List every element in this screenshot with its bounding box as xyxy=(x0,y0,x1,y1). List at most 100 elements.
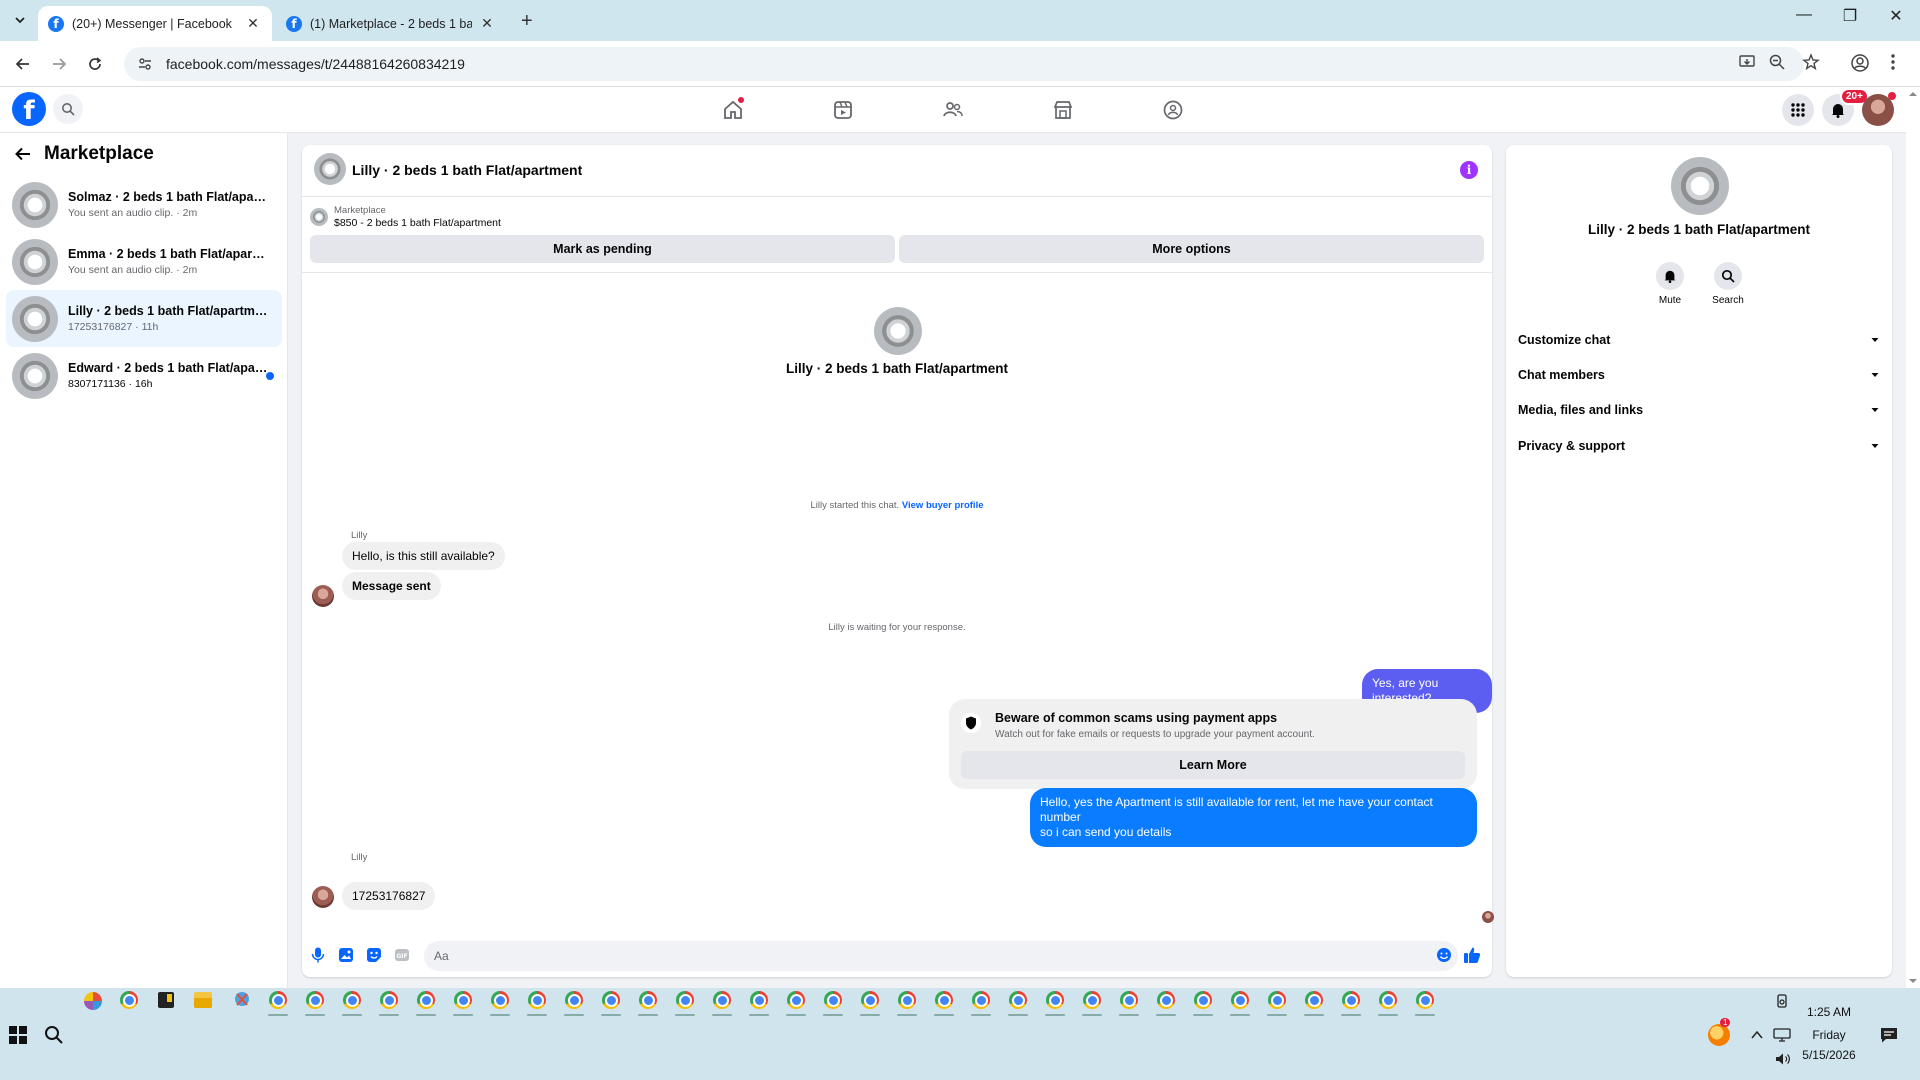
close-icon[interactable]: ✕ xyxy=(478,15,496,32)
chrome-window-icon[interactable] xyxy=(1268,991,1286,1009)
chrome-window-icon[interactable] xyxy=(602,991,620,1009)
learn-more-button[interactable]: Learn More xyxy=(961,751,1465,779)
voice-clip-button[interactable] xyxy=(308,945,328,965)
taskbar-date[interactable]: 5/15/2026 xyxy=(1797,1048,1861,1062)
search-in-chat-button[interactable]: Search xyxy=(1698,262,1758,306)
chrome-window-icon[interactable] xyxy=(824,991,842,1009)
chrome-window-icon[interactable] xyxy=(750,991,768,1009)
reload-button[interactable] xyxy=(84,53,106,75)
chrome-window-icon[interactable] xyxy=(1342,991,1360,1009)
bookmark-star-icon[interactable] xyxy=(1802,53,1820,71)
scroll-up-arrow-icon[interactable] xyxy=(1906,89,1920,99)
windows-start-icon[interactable] xyxy=(8,1025,30,1047)
profile-icon[interactable] xyxy=(1850,53,1870,73)
conversation-item-solmaz[interactable]: Solmaz · 2 beds 1 bath Flat/apartm... Yo… xyxy=(6,176,282,233)
file-explorer-icon[interactable] xyxy=(194,992,212,1008)
message-input[interactable]: Aa xyxy=(424,941,1458,971)
restore-button[interactable]: ❐ xyxy=(1827,6,1873,26)
chrome-window-icon[interactable] xyxy=(491,991,509,1009)
network-icon[interactable] xyxy=(1773,1027,1791,1043)
chrome-window-icon[interactable] xyxy=(1083,991,1101,1009)
more-options-button[interactable]: More options xyxy=(899,235,1484,263)
chrome-window-icon[interactable] xyxy=(1379,991,1397,1009)
gif-button[interactable]: GIF xyxy=(392,945,412,965)
taskbar-time[interactable]: 1:25 AM xyxy=(1797,1005,1861,1019)
info-avatar[interactable] xyxy=(1671,157,1729,215)
nav-video[interactable] xyxy=(830,97,856,123)
profile-avatar[interactable] xyxy=(874,307,922,355)
sender-avatar[interactable] xyxy=(312,886,334,908)
listing-summary[interactable]: Marketplace $850 - 2 beds 1 bath Flat/ap… xyxy=(310,205,501,229)
mute-button[interactable]: Mute xyxy=(1640,262,1700,306)
incoming-message[interactable]: Hello, is this still available? xyxy=(342,542,505,570)
chrome-window-icon[interactable] xyxy=(1231,991,1249,1009)
incoming-message[interactable]: Message sent xyxy=(342,572,441,600)
window-close-button[interactable]: ✕ xyxy=(1873,6,1919,26)
menu-button[interactable] xyxy=(1782,94,1814,126)
chrome-window-icon[interactable] xyxy=(787,991,805,1009)
site-settings-icon[interactable] xyxy=(138,57,152,71)
chrome-window-icon[interactable] xyxy=(306,991,324,1009)
copilot-icon[interactable] xyxy=(84,992,102,1010)
chat-title[interactable]: Lilly · 2 beds 1 bath Flat/apartment xyxy=(352,162,582,178)
chrome-window-icon[interactable] xyxy=(676,991,694,1009)
zoom-icon[interactable] xyxy=(1768,53,1786,71)
device-icon[interactable] xyxy=(1775,994,1789,1008)
browser-menu-icon[interactable] xyxy=(1890,53,1896,71)
emoji-button[interactable] xyxy=(1434,945,1454,965)
sticker-button[interactable] xyxy=(364,945,384,965)
chrome-window-icon[interactable] xyxy=(417,991,435,1009)
info-icon[interactable]: i xyxy=(1460,161,1478,179)
conversation-item-lilly[interactable]: Lilly · 2 beds 1 bath Flat/apartment 172… xyxy=(6,290,282,347)
view-buyer-profile-link[interactable]: View buyer profile xyxy=(902,500,984,511)
weather-icon[interactable]: 1 xyxy=(1708,1018,1731,1046)
tab-marketplace[interactable]: f (1) Marketplace - 2 beds 1 bath ✕ xyxy=(276,6,506,41)
new-tab-button[interactable]: + xyxy=(521,10,533,33)
account-avatar[interactable] xyxy=(1862,92,1896,126)
chrome-window-icon[interactable] xyxy=(935,991,953,1009)
back-arrow-icon[interactable] xyxy=(14,145,32,163)
chrome-window-icon[interactable] xyxy=(1046,991,1064,1009)
volume-icon[interactable] xyxy=(1775,1052,1791,1066)
chat-avatar[interactable] xyxy=(314,153,346,185)
chrome-window-icon[interactable] xyxy=(269,991,287,1009)
chrome-window-icon[interactable] xyxy=(1009,991,1027,1009)
nav-groups[interactable] xyxy=(1160,97,1186,123)
chrome-window-icon[interactable] xyxy=(639,991,657,1009)
forward-button[interactable] xyxy=(48,53,70,75)
minimize-button[interactable]: — xyxy=(1781,6,1827,24)
tab-messenger[interactable]: f (20+) Messenger | Facebook ✕ xyxy=(38,6,272,41)
outgoing-message[interactable]: Hello, yes the Apartment is still availa… xyxy=(1030,788,1477,847)
section-chat-members[interactable]: Chat members xyxy=(1518,361,1880,389)
facebook-logo-icon[interactable]: f xyxy=(12,92,46,126)
snipping-tool-icon[interactable] xyxy=(232,991,252,1009)
close-icon[interactable]: ✕ xyxy=(244,15,262,32)
like-button[interactable] xyxy=(1462,945,1482,965)
notifications-button[interactable]: 20+ xyxy=(1822,88,1869,126)
app-icon[interactable] xyxy=(158,992,174,1008)
section-media-files-links[interactable]: Media, files and links xyxy=(1518,396,1880,424)
nav-marketplace[interactable] xyxy=(1050,97,1076,123)
attach-photo-button[interactable] xyxy=(336,945,356,965)
tab-list-button[interactable] xyxy=(8,8,32,32)
chrome-window-icon[interactable] xyxy=(898,991,916,1009)
chrome-window-icon[interactable] xyxy=(528,991,546,1009)
scroll-down-arrow-icon[interactable] xyxy=(1906,976,1920,986)
chrome-window-icon[interactable] xyxy=(861,991,879,1009)
chevron-up-icon[interactable] xyxy=(1750,1028,1764,1042)
notification-center-icon[interactable] xyxy=(1880,1026,1898,1044)
chrome-window-icon[interactable] xyxy=(1305,991,1323,1009)
install-app-icon[interactable] xyxy=(1738,53,1756,71)
address-bar[interactable]: facebook.com/messages/t/2448816426083421… xyxy=(124,47,1804,81)
nav-friends[interactable] xyxy=(940,97,966,123)
conversation-item-emma[interactable]: Emma · 2 beds 1 bath Flat/apartm... You … xyxy=(6,233,282,290)
mark-as-pending-button[interactable]: Mark as pending xyxy=(310,235,895,263)
chrome-window-icon[interactable] xyxy=(1157,991,1175,1009)
section-customize-chat[interactable]: Customize chat xyxy=(1518,326,1880,354)
chrome-window-icon[interactable] xyxy=(1194,991,1212,1009)
chrome-window-icon[interactable] xyxy=(565,991,583,1009)
sender-avatar[interactable] xyxy=(312,585,334,607)
incoming-message[interactable]: 17253176827 xyxy=(342,882,436,910)
windows-search-icon[interactable] xyxy=(44,1025,66,1047)
chrome-window-icon[interactable] xyxy=(380,991,398,1009)
